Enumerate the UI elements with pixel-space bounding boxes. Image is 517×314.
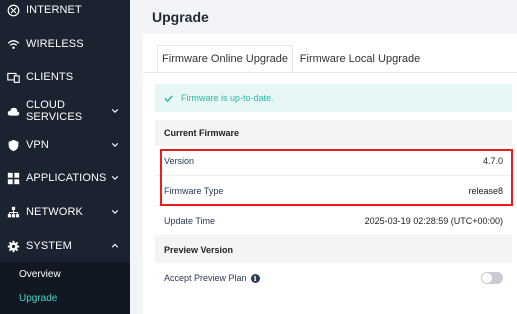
sidebar-item-label: CLOUD SERVICES <box>26 99 83 123</box>
accept-preview-toggle[interactable] <box>481 272 503 284</box>
chevron-up-icon <box>109 242 121 250</box>
sidebar: INTERNET WIRELESS CLIENTS CLOUD SERVICES… <box>0 0 130 314</box>
chevron-down-icon <box>109 107 121 115</box>
submenu-item-overview[interactable]: Overview <box>19 269 61 280</box>
sidebar-item-label: NETWORK <box>26 206 83 218</box>
tab-divider <box>143 72 517 73</box>
sidebar-item-label: SYSTEM <box>26 240 72 252</box>
status-alert: Firmware is up-to-date. <box>155 84 512 112</box>
sidebar-item-system[interactable]: SYSTEM <box>0 229 130 263</box>
current-firmware-heading: Current Firmware <box>155 120 512 146</box>
alert-text: Firmware is up-to-date. <box>181 93 274 103</box>
sidebar-item-label: CLIENTS <box>26 71 74 83</box>
network-icon <box>0 206 26 219</box>
sidebar-item-clients[interactable]: CLIENTS <box>0 60 130 94</box>
sidebar-item-wireless[interactable]: WIRELESS <box>0 27 130 61</box>
toggle-knob <box>482 273 492 283</box>
sidebar-item-cloud-services[interactable]: CLOUD SERVICES <box>0 94 130 128</box>
chevron-down-icon <box>109 141 121 149</box>
shield-icon <box>0 139 26 152</box>
devices-icon <box>0 71 26 84</box>
page-title: Upgrade <box>152 9 209 25</box>
system-submenu: Overview Upgrade <box>0 262 130 314</box>
sidebar-item-label: INTERNET <box>26 4 82 16</box>
sidebar-item-network[interactable]: NETWORK <box>0 195 130 229</box>
sidebar-item-label: WIRELESS <box>26 38 84 50</box>
cloud-icon <box>0 105 26 118</box>
info-icon[interactable]: i <box>250 274 260 284</box>
submenu-item-upgrade[interactable]: Upgrade <box>19 293 57 304</box>
accept-preview-label: Accept Preview Plan <box>164 272 247 283</box>
chevron-down-icon <box>109 174 121 182</box>
globe-icon <box>0 4 26 17</box>
update-time-value: 2025-03-19 02:28:59 (UTC+00:00) <box>364 215 503 226</box>
wifi-icon <box>0 38 26 51</box>
update-time-label: Update Time <box>164 215 216 226</box>
preview-version-heading: Preview Version <box>155 237 512 263</box>
sidebar-item-internet[interactable]: INTERNET <box>0 0 130 27</box>
tab-firmware-local-upgrade[interactable]: Firmware Local Upgrade <box>295 45 425 72</box>
update-time-row: Update Time 2025-03-19 02:28:59 (UTC+00:… <box>155 206 512 236</box>
sidebar-item-label: APPLICATIONS <box>26 172 107 184</box>
gear-icon <box>0 240 26 253</box>
apps-icon <box>0 172 26 185</box>
check-icon <box>164 94 174 103</box>
accept-preview-label-wrap: Accept Preview Plan i <box>164 272 260 284</box>
highlight-box <box>160 149 513 206</box>
sidebar-item-vpn[interactable]: VPN <box>0 128 130 162</box>
tab-firmware-online-upgrade[interactable]: Firmware Online Upgrade <box>157 45 293 72</box>
chevron-down-icon <box>109 208 121 216</box>
sidebar-item-label: VPN <box>26 139 49 151</box>
accept-preview-row: Accept Preview Plan i <box>155 263 512 293</box>
sidebar-item-applications[interactable]: APPLICATIONS <box>0 161 130 195</box>
